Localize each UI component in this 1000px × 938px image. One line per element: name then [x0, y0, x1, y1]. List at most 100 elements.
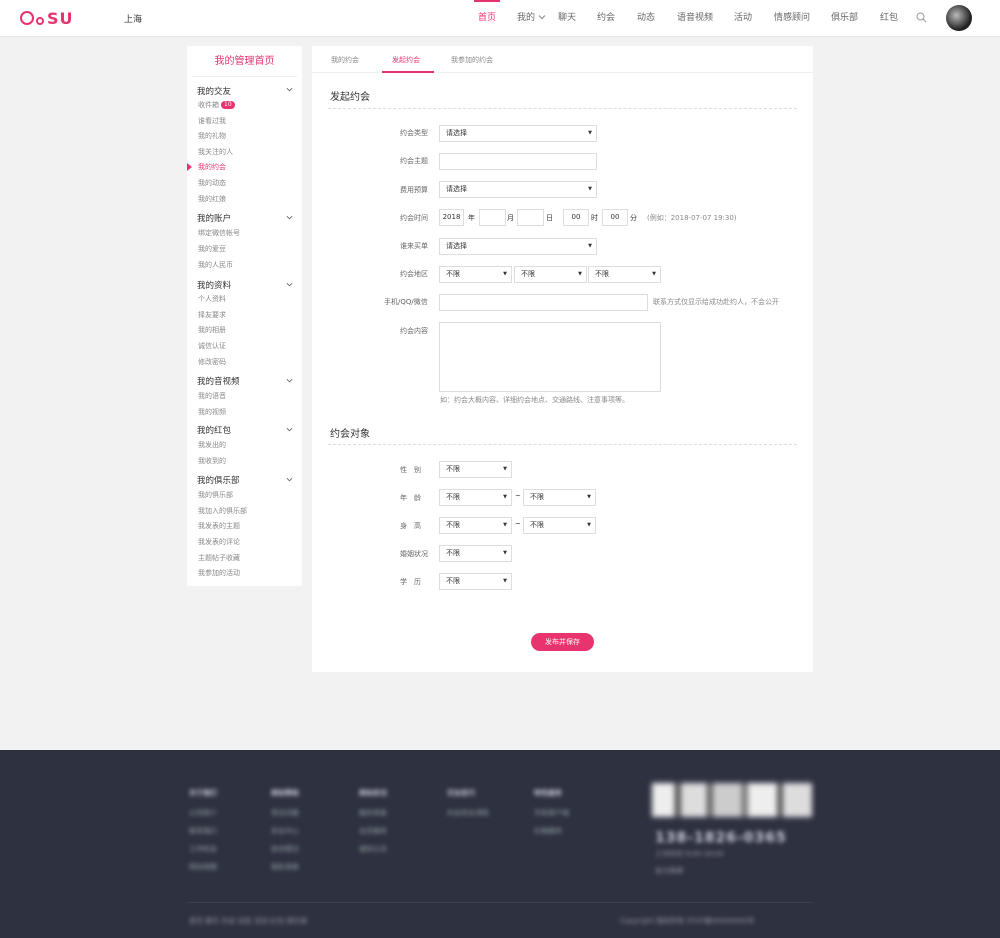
site-logo[interactable]: SU — [20, 8, 74, 28]
sidebar-item-video[interactable]: 我的视频 — [198, 407, 226, 417]
nav-voice-video[interactable]: 语音视频 — [677, 0, 713, 36]
select-education[interactable]: 不限 ▼ — [439, 573, 512, 590]
sidebar-item-sent[interactable]: 我发出的 — [198, 440, 226, 450]
footer-weibo-link[interactable]: 官方微博 — [655, 866, 683, 876]
input-minute[interactable]: 00 — [602, 209, 628, 226]
sidebar-item-joined-club[interactable]: 我加入的俱乐部 — [198, 506, 247, 516]
tab-my-dating[interactable]: 我的约会 — [331, 55, 359, 65]
tab-create-dating[interactable]: 发起约会 — [392, 55, 420, 65]
nav-chat[interactable]: 聊天 — [558, 0, 576, 36]
footer-bottom-links[interactable]: 首页 聊天 约会 动态 活动 红包 俱乐部 — [189, 916, 307, 926]
select-type[interactable]: 请选择 ▼ — [439, 125, 597, 142]
chevron-down-icon[interactable] — [286, 86, 293, 93]
select-district[interactable]: 不限 ▼ — [588, 266, 661, 283]
chevron-down-icon[interactable] — [286, 214, 293, 221]
nav-mine[interactable]: 我的 — [517, 0, 546, 36]
select-age-from[interactable]: 不限 ▼ — [439, 489, 512, 506]
user-avatar[interactable] — [946, 5, 972, 31]
input-hour[interactable]: 00 — [563, 209, 589, 226]
sidebar-item-my-dating[interactable]: 我的约会 — [198, 162, 226, 172]
sidebar-group-social[interactable]: 我的交友 — [197, 85, 231, 97]
select-age-to[interactable]: 不限 ▼ — [523, 489, 596, 506]
search-icon[interactable] — [916, 12, 927, 23]
nav-moments[interactable]: 动态 — [637, 0, 655, 36]
select-gender[interactable]: 不限 ▼ — [439, 461, 512, 478]
sidebar-item-favorites[interactable]: 主题帖子收藏 — [198, 553, 240, 563]
footer-link[interactable]: 公司简介 — [189, 808, 217, 818]
sidebar-item-my-moments[interactable]: 我的动态 — [198, 178, 226, 188]
sidebar-group-media[interactable]: 我的音视频 — [197, 375, 240, 387]
caret-down-icon: ▼ — [503, 578, 507, 584]
select-height-from[interactable]: 不限 ▼ — [439, 517, 512, 534]
sidebar-item-requirements[interactable]: 择友要求 — [198, 310, 226, 320]
input-topic[interactable] — [439, 153, 597, 170]
select-height-to-value: 不限 — [530, 521, 544, 529]
select-budget[interactable]: 请选择 ▼ — [439, 181, 597, 198]
nav-dating[interactable]: 约会 — [597, 0, 615, 36]
input-day[interactable] — [517, 209, 544, 226]
chevron-down-icon[interactable] — [286, 281, 293, 288]
footer-col-head: 交友技巧 — [447, 789, 475, 797]
footer-link[interactable]: 工作机会 — [189, 844, 217, 854]
sidebar-item-personal-info[interactable]: 个人资料 — [198, 294, 226, 304]
textarea-content[interactable] — [439, 322, 661, 392]
input-year[interactable]: 2018 — [439, 209, 464, 226]
footer-link[interactable]: 投诉建议 — [271, 844, 299, 854]
sidebar-item-album[interactable]: 我的相册 — [198, 325, 226, 335]
sidebar-item-received[interactable]: 我收到的 — [198, 456, 226, 466]
sidebar-group-redpacket[interactable]: 我的红包 — [197, 424, 231, 436]
sidebar-item-inbox[interactable]: 收件箱 10 — [198, 100, 235, 110]
footer-link[interactable]: 约会安全须知 — [447, 808, 489, 818]
sidebar-item-password[interactable]: 修改密码 — [198, 357, 226, 367]
select-height-to[interactable]: 不限 ▼ — [523, 517, 596, 534]
sidebar-item-matchmaker[interactable]: 我的红娘 — [198, 194, 226, 204]
sidebar-item-my-comments[interactable]: 我发表的评论 — [198, 537, 240, 547]
unit-hour: 时 — [591, 214, 598, 222]
sidebar-item-gifts[interactable]: 我的礼物 — [198, 131, 226, 141]
sidebar-item-my-topics[interactable]: 我发表的主题 — [198, 521, 240, 531]
sidebar-item-verification[interactable]: 诚信认证 — [198, 341, 226, 351]
nav-redpacket[interactable]: 红包 — [880, 0, 898, 36]
chevron-down-icon[interactable] — [286, 377, 293, 384]
footer: 关于我们 公司简介 联系我们 工作机会 网站地图 网站帮助 常见问题 安全中心 … — [0, 750, 1000, 938]
select-city[interactable]: 不限 ▼ — [514, 266, 587, 283]
nav-activities[interactable]: 活动 — [734, 0, 752, 36]
sidebar-group-profile[interactable]: 我的资料 — [197, 279, 231, 291]
sidebar-group-club[interactable]: 我的俱乐部 — [197, 474, 240, 486]
nav-club[interactable]: 俱乐部 — [831, 0, 858, 36]
chevron-down-icon[interactable] — [286, 476, 293, 483]
tab-joined-dating[interactable]: 我参加的约会 — [451, 55, 493, 65]
footer-link[interactable]: 联系我们 — [189, 826, 217, 836]
sidebar-item-bind-wechat[interactable]: 绑定微信帐号 — [198, 228, 240, 238]
input-contact[interactable] — [439, 294, 648, 311]
select-marital[interactable]: 不限 ▼ — [439, 545, 512, 562]
sidebar-item-voice[interactable]: 我的语音 — [198, 391, 226, 401]
input-month[interactable] — [479, 209, 506, 226]
footer-link[interactable]: 隐私条款 — [271, 862, 299, 872]
sidebar-group-account[interactable]: 我的账户 — [197, 212, 231, 224]
sidebar-item-beans[interactable]: 我的爱豆 — [198, 244, 226, 254]
footer-link[interactable]: 会员服务 — [359, 826, 387, 836]
footer-link[interactable]: 红娘服务 — [534, 826, 569, 836]
footer-link[interactable]: 手机客户端 — [534, 808, 569, 818]
footer-link[interactable]: 诚信认证 — [359, 844, 387, 854]
nav-advisor[interactable]: 情感顾问 — [774, 0, 810, 36]
section-title-target: 约会对象 — [330, 429, 370, 440]
footer-link[interactable]: 网站地图 — [189, 862, 217, 872]
sidebar-item-joined-activities[interactable]: 我参加的活动 — [198, 568, 240, 578]
footer-link[interactable]: 安全中心 — [271, 826, 299, 836]
city-selector[interactable]: 上海 — [124, 12, 142, 25]
select-province[interactable]: 不限 ▼ — [439, 266, 512, 283]
footer-link[interactable]: 服务条款 — [359, 808, 387, 818]
unit-year: 年 — [468, 214, 475, 222]
caret-down-icon: ▼ — [588, 130, 592, 136]
sidebar-item-my-club[interactable]: 我的俱乐部 — [198, 490, 233, 500]
footer-link[interactable]: 常见问题 — [271, 808, 299, 818]
select-payer[interactable]: 请选择 ▼ — [439, 238, 597, 255]
sidebar-item-visitors[interactable]: 谁看过我 — [198, 116, 226, 126]
sidebar-item-following[interactable]: 我关注的人 — [198, 147, 233, 157]
chevron-down-icon[interactable] — [286, 426, 293, 433]
nav-home[interactable]: 首页 — [473, 0, 501, 36]
sidebar-item-rmb[interactable]: 我的人民币 — [198, 260, 233, 270]
publish-save-button[interactable]: 发布并保存 — [531, 633, 594, 651]
